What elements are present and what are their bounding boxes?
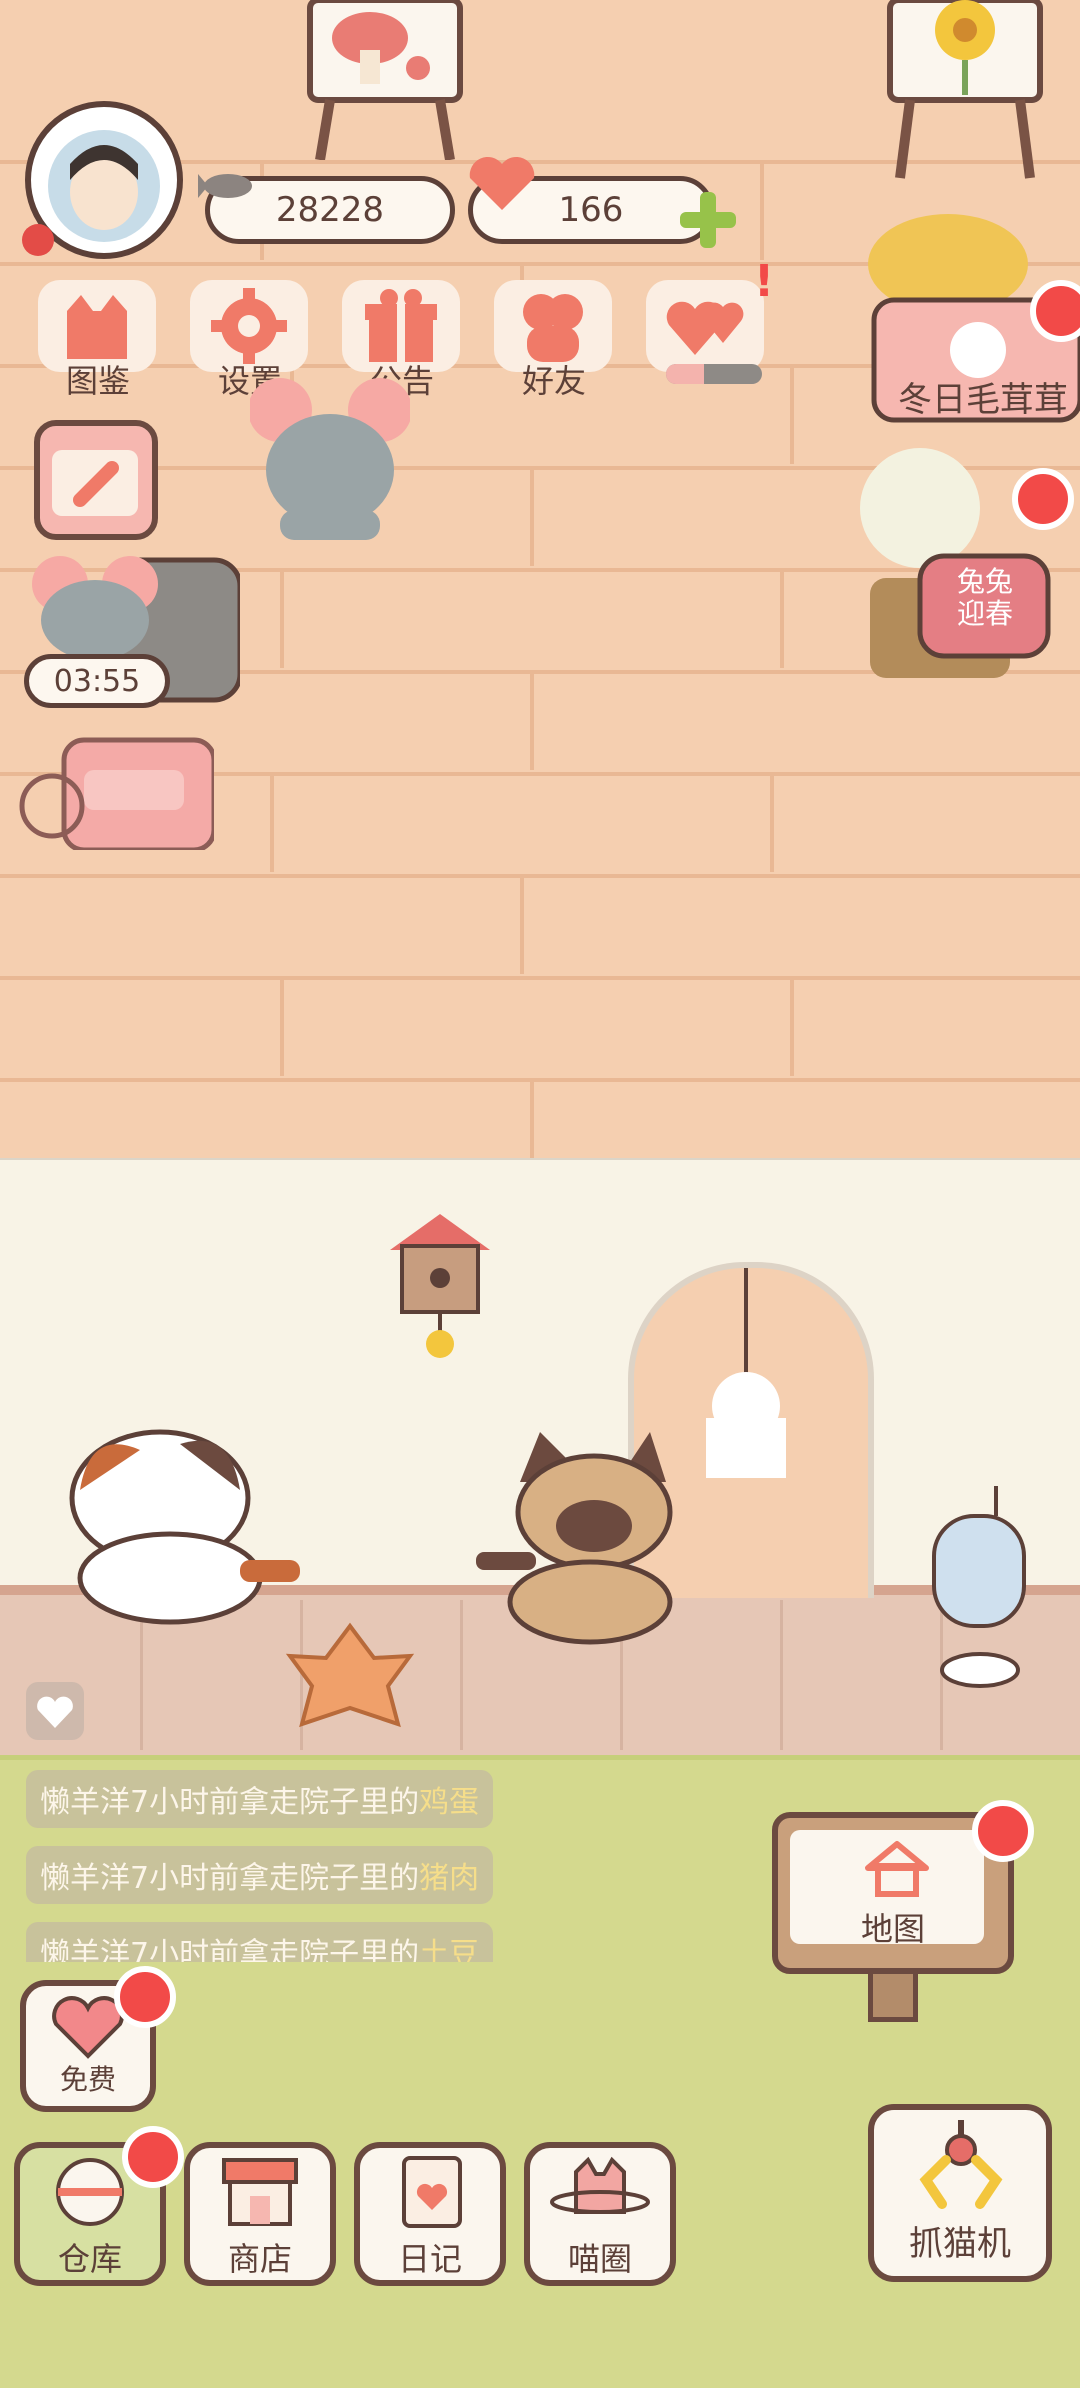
feed-item-clipped: 懒羊洋7小时前拿走院子里的 土豆 — [26, 1922, 494, 1962]
fish-icon — [198, 160, 258, 210]
menu-item-friends[interactable]: 好友 — [484, 280, 624, 400]
map-button[interactable]: 地图 — [772, 1800, 1034, 2022]
nav-shop[interactable]: 商店 — [184, 2142, 336, 2286]
menu-item-hearts[interactable]: ! — [636, 256, 776, 400]
add-hearts-button[interactable] — [676, 188, 740, 252]
maple-leaf[interactable] — [270, 1616, 430, 1736]
hearts-icon — [646, 280, 764, 372]
gray-mouse[interactable] — [248, 370, 412, 550]
feed-text: 懒羊洋7小时前拿走院子里的 — [40, 1785, 420, 1820]
siamese-cat[interactable] — [470, 1432, 700, 1652]
nav-label: 商店 — [227, 2240, 292, 2278]
feed-text: 懒羊洋7小时前拿走院子里的 — [40, 1861, 420, 1896]
bird-house[interactable] — [380, 1210, 500, 1360]
chat-toggle-button[interactable] — [26, 1682, 84, 1740]
alert-exclamation-icon: ! — [754, 256, 775, 307]
claw-icon — [919, 2120, 1003, 2209]
heart-value: 166 — [558, 190, 624, 230]
heart-outline-icon — [37, 1696, 73, 1728]
feed-item-name: 猪肉 — [419, 1861, 480, 1896]
pencil-icon — [52, 450, 138, 516]
spring-event[interactable]: 兔兔 迎春 — [850, 448, 1080, 698]
sunflower-painting — [880, 0, 1050, 180]
claw-machine-button[interactable]: 抓猫机 — [868, 2104, 1052, 2282]
heart-face-icon — [462, 152, 542, 216]
feed-item: 懒羊洋7小时前拿走院子里的 鸡蛋 — [26, 1770, 494, 1828]
spring-event-label: 兔兔 迎春 — [956, 565, 1013, 630]
coin-value: 28228 — [275, 190, 385, 230]
warehouse-badge — [122, 2126, 184, 2188]
winter-event[interactable]: 冬日毛茸茸 — [858, 200, 1080, 430]
timer-pill: 03:55 — [24, 654, 170, 708]
timer-text: 03:55 — [53, 663, 141, 699]
nav-label: 仓库 — [57, 2240, 122, 2278]
free-label: 免费 — [59, 2063, 116, 2096]
nav-diary[interactable]: 日记 — [354, 2142, 506, 2286]
map-badge — [972, 1800, 1034, 1862]
feed-item-name: 鸡蛋 — [419, 1785, 480, 1820]
winter-event-label: 冬日毛茸茸 — [898, 380, 1068, 420]
event-badge — [1012, 468, 1074, 530]
nav-cat-circle[interactable]: 喵圈 — [524, 2142, 676, 2286]
mushroom-painting — [300, 0, 470, 161]
menu-label: 好友 — [521, 362, 586, 400]
feed-item-name: 土豆 — [419, 1937, 480, 1962]
diary-icon — [402, 2156, 462, 2228]
warehouse-icon — [56, 2158, 124, 2226]
free-badge — [114, 1966, 176, 2028]
menu-item-collection[interactable]: 图鉴 — [28, 280, 168, 400]
progress-bar — [666, 364, 762, 384]
nav-label: 喵圈 — [567, 2240, 632, 2278]
menu-label: 图鉴 — [65, 362, 130, 400]
feed-item: 懒羊洋7小时前拿走院子里的 猪肉 — [26, 1846, 494, 1904]
pink-backpack[interactable] — [14, 730, 217, 853]
shop-icon — [222, 2158, 298, 2226]
player-avatar[interactable] — [14, 100, 194, 260]
house-icon — [865, 1841, 929, 1897]
map-label: 地图 — [860, 1910, 925, 1948]
claw-label: 抓猫机 — [909, 2224, 1011, 2264]
calico-cat[interactable] — [60, 1420, 310, 1630]
feed-text: 懒羊洋7小时前拿走院子里的 — [40, 1937, 420, 1962]
planet-cat-icon — [550, 2156, 650, 2214]
notebook-button[interactable] — [34, 420, 158, 540]
robot-vacuum[interactable] — [924, 1486, 1034, 1696]
nav-label: 日记 — [397, 2240, 462, 2278]
